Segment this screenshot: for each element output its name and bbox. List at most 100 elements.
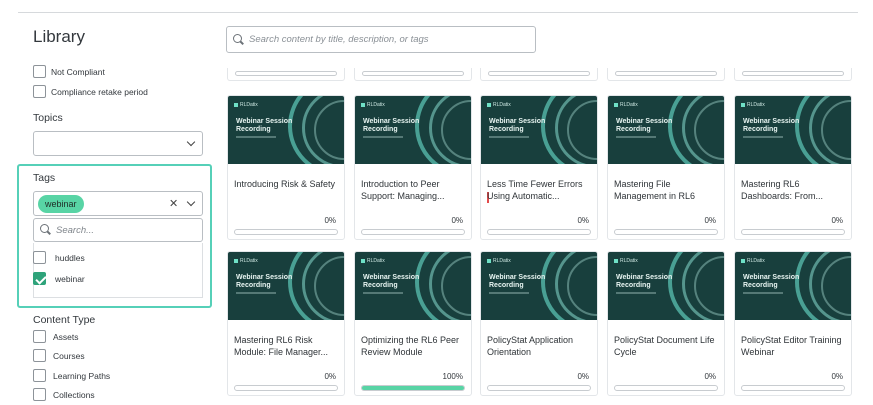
thumbnail-subtitle	[616, 136, 656, 138]
card-title: Mastering RL6 Risk Module: File Manager.…	[234, 335, 329, 357]
thumbnail-title: Webinar Session Recording	[489, 274, 546, 289]
checkbox[interactable]	[33, 330, 46, 343]
card-title: Less Time Fewer Errors Using Automatic..…	[487, 179, 583, 201]
search-icon	[40, 224, 52, 236]
filter-assets[interactable]: Assets	[33, 330, 79, 343]
brand-logo: RLDatix	[487, 102, 511, 108]
checkbox[interactable]	[33, 85, 46, 98]
page-title: Library	[33, 27, 85, 46]
progress-percent: 0%	[704, 216, 716, 225]
card-thumbnail: RLDatix Webinar Session Recording	[481, 252, 597, 320]
checkbox[interactable]	[33, 65, 46, 78]
content-search[interactable]	[226, 26, 536, 53]
thumbnail-title: Webinar Session Recording	[616, 274, 673, 289]
checkbox[interactable]	[33, 349, 46, 362]
progress-bar	[361, 385, 465, 391]
progress-percent: 0%	[324, 372, 336, 381]
progress-bar	[614, 385, 718, 391]
checkbox-label: Courses	[53, 350, 85, 361]
content-card[interactable]: RLDatix Webinar Session Recording Masterin…	[227, 251, 345, 396]
card-title: Introduction to Peer Support: Managing..…	[361, 179, 445, 201]
thumbnail-title: Webinar Session Recording	[236, 118, 293, 133]
search-input[interactable]	[249, 34, 529, 45]
thumbnail-subtitle	[363, 292, 403, 294]
card-title: Mastering File Management in RL6	[614, 179, 696, 201]
progress-percent: 0%	[451, 216, 463, 225]
card-thumbnail: RLDatix Webinar Session Recording	[608, 252, 724, 320]
brand-logo: RLDatix	[234, 258, 258, 264]
chevron-down-icon	[186, 137, 196, 147]
card-thumbnail: RLDatix Webinar Session Recording	[481, 96, 597, 164]
card-title: PolicyStat Application Orientation	[487, 335, 574, 357]
card-stub[interactable]	[480, 68, 598, 81]
tags-label: Tags	[33, 172, 56, 184]
checkbox-label: webinar	[55, 273, 85, 284]
thumbnail-subtitle	[236, 292, 276, 294]
progress-bar	[361, 229, 465, 235]
checkbox[interactable]	[33, 369, 46, 382]
progress-percent: 0%	[577, 216, 589, 225]
progress-percent: 0%	[831, 216, 843, 225]
content-card[interactable]: RLDatix Webinar Session Recording Introduc…	[354, 95, 472, 240]
tag-search-field[interactable]	[33, 218, 203, 242]
progress-bar	[234, 229, 338, 235]
checkbox-label: Assets	[53, 331, 79, 342]
checkbox-checked[interactable]	[33, 272, 46, 285]
card-title: PolicyStat Document Life Cycle	[614, 335, 715, 357]
filter-learning-paths[interactable]: Learning Paths	[33, 369, 110, 382]
content-card[interactable]: RLDatix Webinar Session Recording PolicySt…	[480, 251, 598, 396]
brand-logo: RLDatix	[614, 102, 638, 108]
thumbnail-subtitle	[743, 292, 783, 294]
progress-bar	[234, 385, 338, 391]
brand-logo: RLDatix	[614, 258, 638, 264]
progress-bar	[615, 71, 717, 76]
tag-search-input[interactable]	[56, 224, 196, 236]
content-card[interactable]: RLDatix Webinar Session Recording Less Tim…	[480, 95, 598, 240]
brand-logo: RLDatix	[234, 102, 258, 108]
brand-logo: RLDatix	[361, 102, 385, 108]
thumbnail-title: Webinar Session Recording	[363, 274, 420, 289]
tag-option-huddles[interactable]: huddles	[33, 251, 85, 264]
progress-bar	[741, 385, 845, 391]
brand-logo: RLDatix	[361, 258, 385, 264]
content-card[interactable]: RLDatix Webinar Session Recording PolicySt…	[734, 251, 852, 396]
filter-courses[interactable]: Courses	[33, 349, 85, 362]
search-icon	[233, 33, 245, 46]
card-stub[interactable]	[227, 68, 345, 81]
content-card[interactable]: RLDatix Webinar Session Recording Masterin…	[734, 95, 852, 240]
card-stub[interactable]	[607, 68, 725, 81]
card-thumbnail: RLDatix Webinar Session Recording	[228, 252, 344, 320]
card-stub[interactable]	[734, 68, 852, 81]
thumbnail-title: Webinar Session Recording	[489, 118, 546, 133]
card-title: Mastering RL6 Dashboards: From...	[741, 179, 824, 201]
thumbnail-subtitle	[616, 292, 656, 294]
brand-logo: RLDatix	[741, 258, 765, 264]
filter-collections[interactable]: Collections	[33, 388, 95, 401]
thumbnail-subtitle	[743, 136, 783, 138]
tag-option-webinar[interactable]: webinar	[33, 272, 85, 285]
checkbox[interactable]	[33, 251, 46, 264]
topics-select[interactable]	[33, 131, 203, 156]
card-title: PolicyStat Editor Training Webinar	[741, 335, 842, 357]
card-stub[interactable]	[354, 68, 472, 81]
filter-not-compliant[interactable]: Not Compliant	[33, 65, 105, 78]
checkbox-label: Collections	[53, 389, 95, 400]
progress-percent: 0%	[704, 372, 716, 381]
progress-percent: 0%	[831, 372, 843, 381]
selected-tag-chip[interactable]: webinar	[38, 195, 84, 213]
clear-icon[interactable]: ✕	[169, 197, 178, 210]
card-thumbnail: RLDatix Webinar Session Recording	[735, 252, 851, 320]
brand-logo: RLDatix	[741, 102, 765, 108]
content-card[interactable]: RLDatix Webinar Session Recording PolicySt…	[607, 251, 725, 396]
filter-compliance-retake[interactable]: Compliance retake period	[33, 85, 148, 98]
content-card[interactable]: RLDatix Webinar Session Recording Optimizi…	[354, 251, 472, 396]
thumbnail-title: Webinar Session Recording	[363, 118, 420, 133]
card-thumbnail: RLDatix Webinar Session Recording	[228, 96, 344, 164]
progress-bar	[487, 385, 591, 391]
checkbox-label: Learning Paths	[53, 370, 111, 381]
content-card[interactable]: RLDatix Webinar Session Recording Introduc…	[227, 95, 345, 240]
content-card[interactable]: RLDatix Webinar Session Recording Masterin…	[607, 95, 725, 240]
checkbox[interactable]	[33, 388, 46, 401]
card-title: Optimizing the RL6 Peer Review Module	[361, 335, 460, 357]
card-thumbnail: RLDatix Webinar Session Recording	[608, 96, 724, 164]
